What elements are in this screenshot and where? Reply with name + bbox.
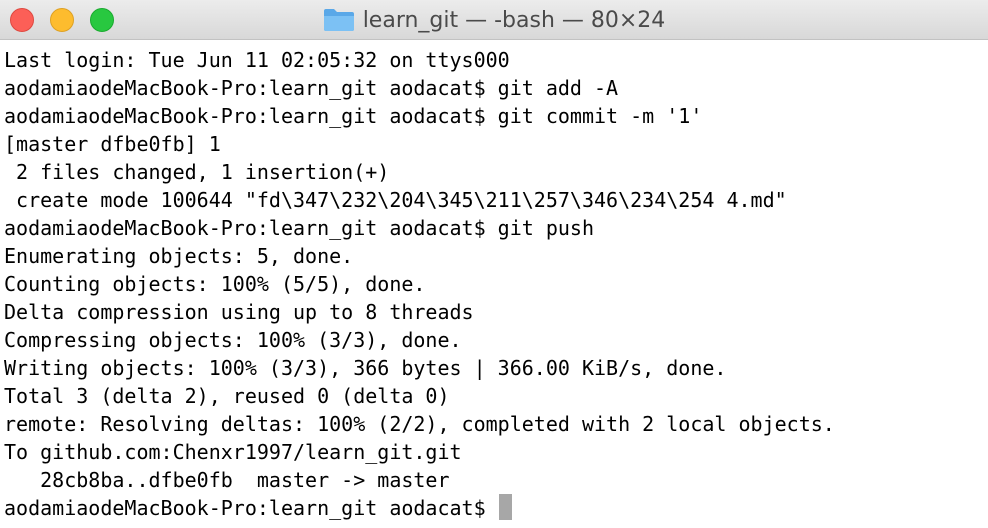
terminal-line: aodamiaodeMacBook-Pro:learn_git aodacat$… bbox=[4, 76, 619, 100]
terminal-line: [master dfbe0fb] 1 bbox=[4, 132, 221, 156]
terminal-line: create mode 100644 "fd\347\232\204\345\2… bbox=[4, 188, 787, 212]
terminal-window: learn_git — -bash — 80×24 Last login: Tu… bbox=[0, 0, 988, 528]
terminal-line: Compressing objects: 100% (3/3), done. bbox=[4, 328, 462, 352]
prompt-line[interactable]: aodamiaodeMacBook-Pro:learn_git aodacat$ bbox=[4, 494, 984, 522]
terminal-line: aodamiaodeMacBook-Pro:learn_git aodacat$… bbox=[4, 104, 703, 128]
terminal-line: aodamiaodeMacBook-Pro:learn_git aodacat$… bbox=[4, 216, 595, 240]
terminal-line: remote: Resolving deltas: 100% (2/2), co… bbox=[4, 412, 835, 436]
terminal-line: Writing objects: 100% (3/3), 366 bytes |… bbox=[4, 356, 727, 380]
terminal-line: Last login: Tue Jun 11 02:05:32 on ttys0… bbox=[4, 48, 510, 72]
folder-icon bbox=[323, 9, 354, 31]
window-title-group: learn_git — -bash — 80×24 bbox=[0, 0, 988, 40]
terminal-output[interactable]: Last login: Tue Jun 11 02:05:32 on ttys0… bbox=[4, 46, 984, 522]
terminal-line: 2 files changed, 1 insertion(+) bbox=[4, 160, 390, 184]
text-cursor bbox=[498, 494, 512, 520]
title-bar[interactable]: learn_git — -bash — 80×24 bbox=[0, 0, 988, 40]
window-title: learn_git — -bash — 80×24 bbox=[362, 7, 666, 33]
terminal-line: 28cb8ba..dfbe0fb master -> master bbox=[4, 468, 450, 492]
terminal-line: Delta compression using up to 8 threads bbox=[4, 300, 474, 324]
terminal-line: To github.com:Chenxr1997/learn_git.git bbox=[4, 440, 462, 464]
terminal-line: Total 3 (delta 2), reused 0 (delta 0) bbox=[4, 384, 450, 408]
terminal-line: Enumerating objects: 5, done. bbox=[4, 244, 354, 268]
shell-prompt: aodamiaodeMacBook-Pro:learn_git aodacat$ bbox=[4, 496, 498, 520]
terminal-line: Counting objects: 100% (5/5), done. bbox=[4, 272, 426, 296]
